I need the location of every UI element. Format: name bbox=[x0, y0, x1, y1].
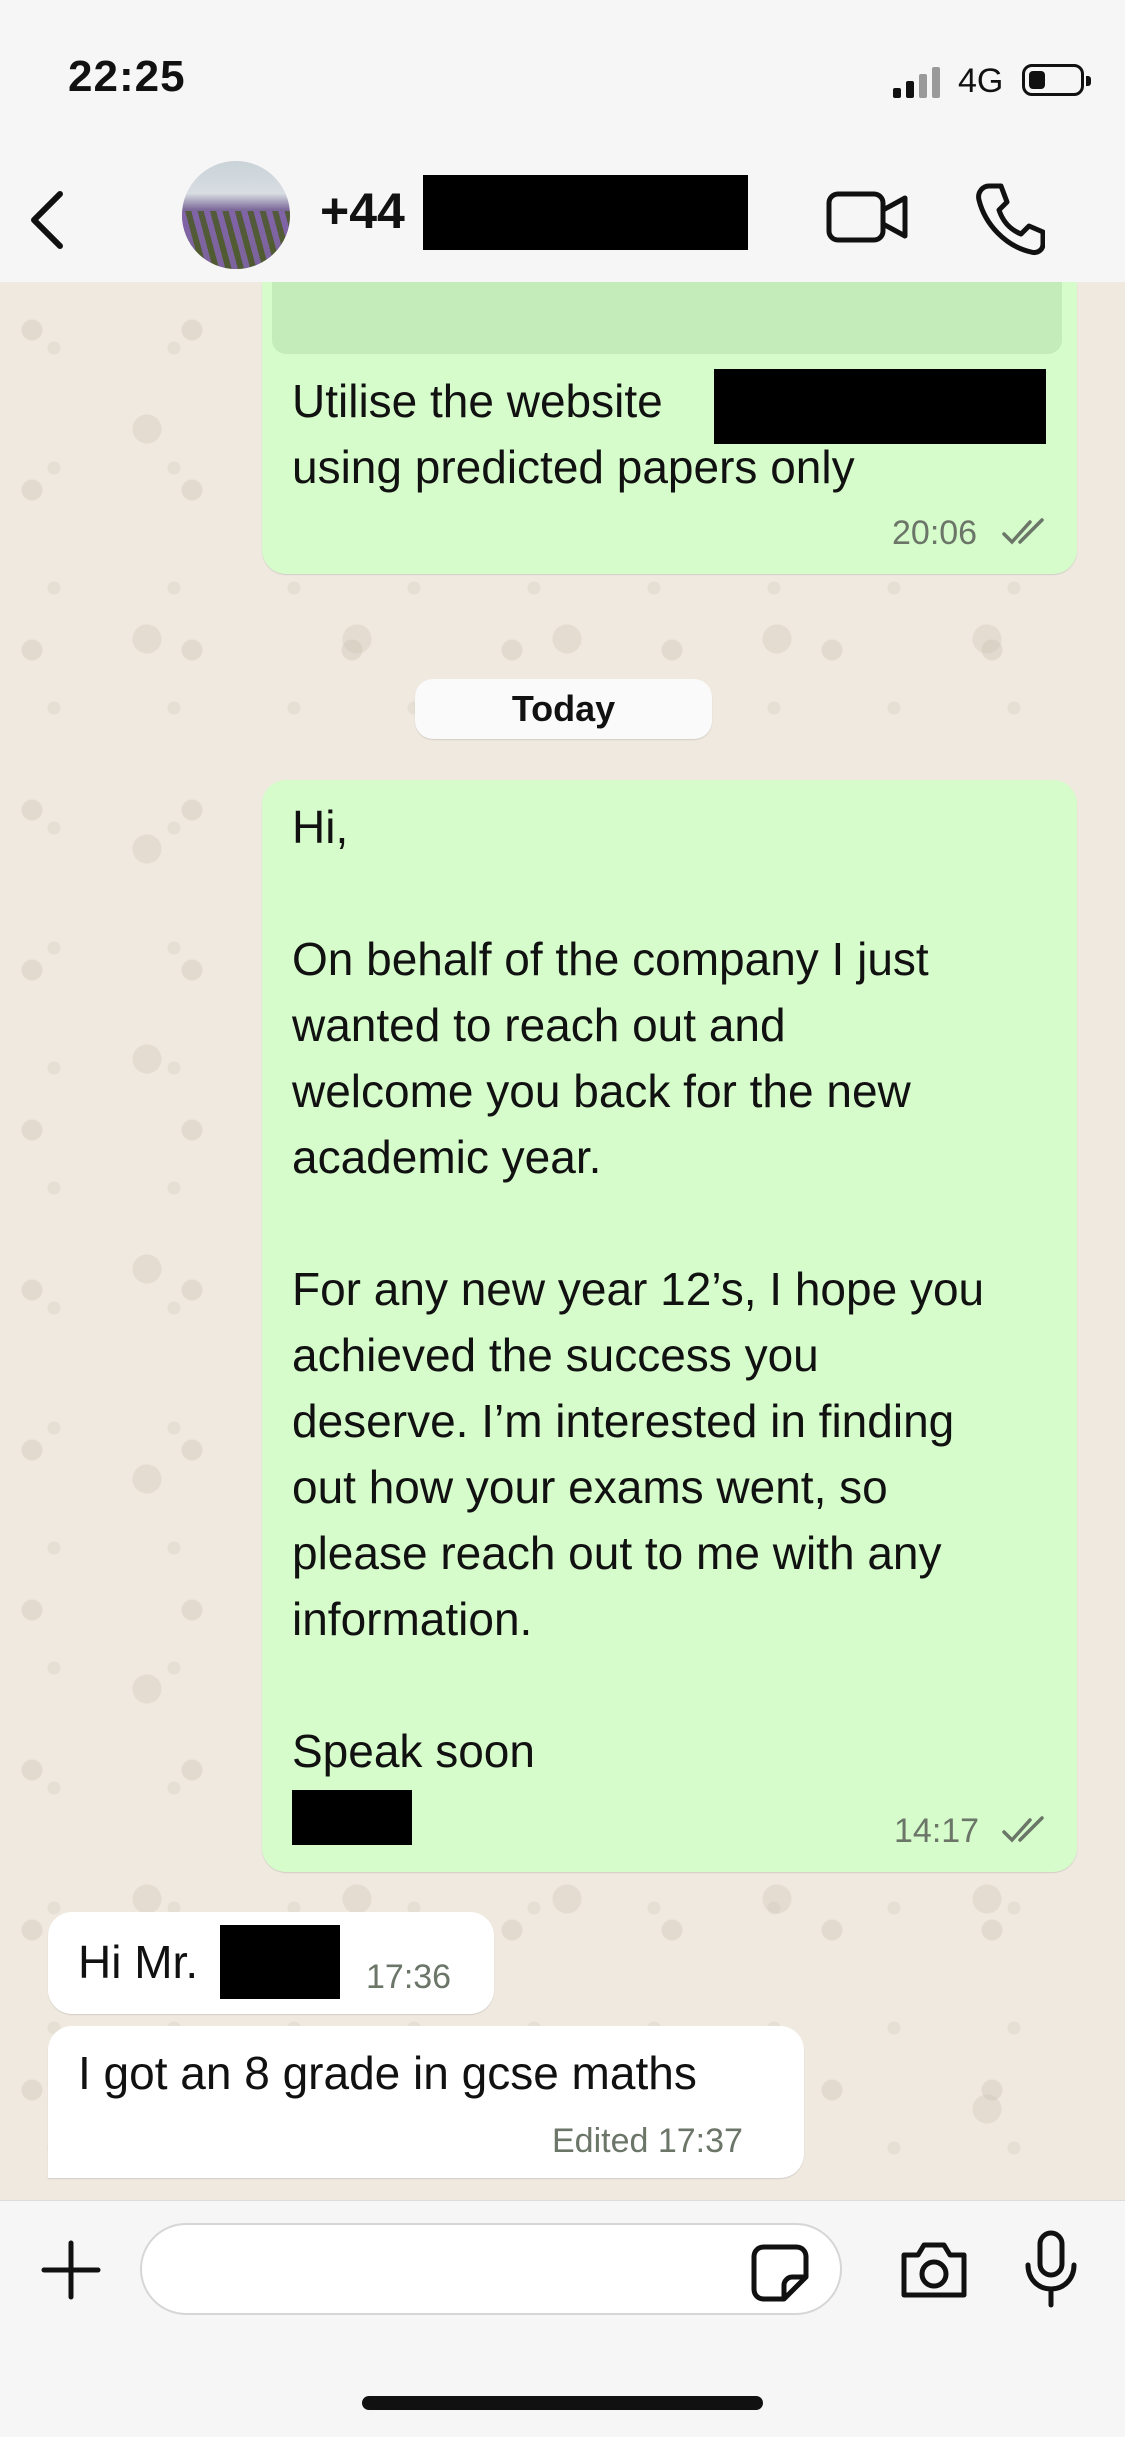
microphone-icon bbox=[1025, 2230, 1077, 2308]
voice-call-button[interactable] bbox=[975, 180, 1046, 256]
status-bar: 22:25 4G bbox=[0, 0, 1125, 160]
plus-icon bbox=[41, 2240, 101, 2300]
network-label: 4G bbox=[958, 62, 1004, 100]
message-time: 14:17 bbox=[894, 1812, 980, 1850]
back-button[interactable] bbox=[18, 180, 88, 260]
message-text: Hi Mr. bbox=[78, 1936, 199, 1988]
camera-icon bbox=[901, 2242, 967, 2298]
video-camera-icon bbox=[826, 191, 908, 243]
sticker-button[interactable] bbox=[750, 2243, 810, 2303]
status-time: 22:25 bbox=[68, 52, 186, 101]
microphone-button[interactable] bbox=[1020, 2229, 1082, 2309]
message-input[interactable] bbox=[140, 2223, 842, 2315]
chat-header: +44 bbox=[0, 160, 1125, 283]
redacted-block bbox=[220, 1925, 340, 1999]
quoted-message bbox=[272, 282, 1062, 354]
message-bubble-outgoing[interactable]: Hi, On behalf of the company I just want… bbox=[262, 780, 1077, 1872]
contact-name[interactable]: +44 bbox=[320, 182, 405, 240]
signal-bars-icon bbox=[893, 66, 943, 98]
double-check-icon bbox=[1002, 518, 1044, 545]
message-time: Edited 17:37 bbox=[552, 2122, 743, 2160]
date-divider: Today bbox=[415, 679, 712, 739]
message-time: 20:06 bbox=[892, 514, 978, 552]
message-text: I got an 8 grade in gcse maths bbox=[78, 2047, 697, 2099]
redacted-signature bbox=[292, 1790, 412, 1845]
chevron-left-icon bbox=[31, 191, 63, 249]
camera-button[interactable] bbox=[898, 2239, 970, 2301]
message-bubble-outgoing[interactable]: Utilise the website using predicted pape… bbox=[262, 282, 1077, 574]
phone-icon bbox=[976, 183, 1046, 255]
redacted-block bbox=[714, 369, 1046, 444]
video-call-button[interactable] bbox=[825, 184, 911, 250]
battery-low-icon bbox=[1022, 64, 1091, 96]
avatar[interactable] bbox=[182, 161, 290, 269]
double-check-icon bbox=[1002, 1816, 1044, 1843]
message-bubble-incoming[interactable]: I got an 8 grade in gcse maths Edited 17… bbox=[48, 2026, 804, 2178]
redacted-block bbox=[423, 175, 748, 250]
sticker-icon bbox=[751, 2244, 809, 2302]
message-text: Hi, On behalf of the company I just want… bbox=[292, 801, 985, 1777]
attach-button[interactable] bbox=[38, 2237, 104, 2303]
message-bubble-incoming[interactable]: Hi Mr. 17:36 bbox=[48, 1912, 494, 2014]
message-time: 17:36 bbox=[366, 1958, 452, 1996]
home-indicator[interactable] bbox=[362, 2396, 763, 2410]
